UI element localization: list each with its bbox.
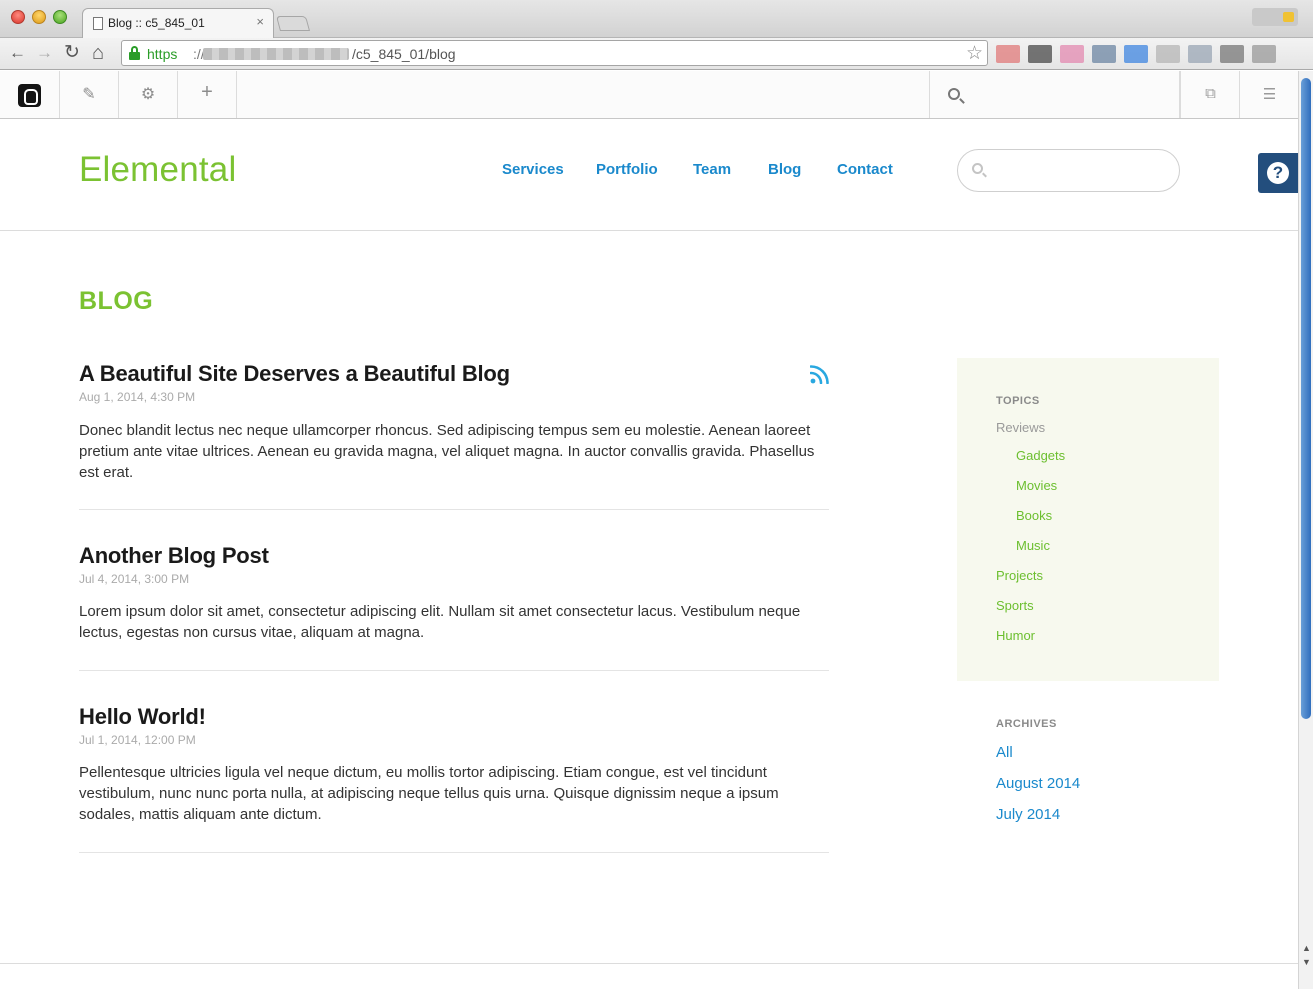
site-logo[interactable]: Elemental [79, 150, 236, 190]
post-date: Jul 4, 2014, 3:00 PM [79, 572, 190, 586]
topic-movies[interactable]: Movies [1016, 478, 1057, 493]
url-host-redacted [203, 48, 349, 60]
scrollbar-thumb[interactable] [1301, 78, 1311, 719]
concrete5-logo-icon [18, 84, 41, 107]
reload-icon[interactable]: ↻ [64, 42, 80, 64]
url-scheme: https [147, 46, 178, 62]
zoom-window-button[interactable] [53, 10, 67, 24]
extension-icon[interactable] [1220, 45, 1244, 63]
site-search-box[interactable] [957, 149, 1180, 192]
scroll-down-arrow-icon[interactable]: ▼ [1302, 957, 1311, 967]
cms-search-field[interactable] [929, 71, 1180, 118]
forward-arrow-icon[interactable]: → [36, 42, 53, 64]
archive-link-july-2014[interactable]: July 2014 [996, 806, 1060, 823]
page-scrollbar[interactable]: ▲ ▼ [1298, 71, 1313, 989]
post-divider [79, 670, 829, 671]
address-bar[interactable]: https :// /c5_845_01/blog ☆ [121, 40, 988, 66]
scroll-up-arrow-icon[interactable]: ▲ [1302, 943, 1311, 953]
extension-icon[interactable] [1252, 45, 1276, 63]
back-arrow-icon[interactable]: ← [9, 42, 26, 64]
lock-icon [129, 46, 140, 60]
new-tab-button[interactable] [275, 16, 311, 31]
header-divider [0, 230, 1298, 231]
add-content-button[interactable]: + [178, 71, 237, 118]
gear-icon: ⚙ [140, 86, 156, 103]
post-divider [79, 852, 829, 853]
nav-link-portfolio[interactable]: Portfolio [596, 161, 658, 178]
help-button[interactable]: ? [1258, 153, 1298, 193]
cms-logo-button[interactable] [0, 71, 60, 118]
nav-link-blog[interactable]: Blog [768, 161, 801, 178]
sliders-icon: ☰ [1262, 86, 1277, 103]
sitemap-button[interactable]: ⧉ [1180, 71, 1239, 118]
post-date: Jul 1, 2014, 12:00 PM [79, 733, 196, 747]
topic-sports[interactable]: Sports [996, 598, 1034, 613]
topic-books[interactable]: Books [1016, 508, 1052, 523]
bookmark-star-icon[interactable]: ☆ [966, 42, 983, 65]
dashboard-button[interactable]: ☰ [1239, 71, 1298, 118]
post-excerpt: Lorem ipsum dolor sit amet, consectetur … [79, 603, 801, 641]
blog-post: Hello World! Jul 1, 2014, 12:00 PM Pelle… [79, 704, 829, 825]
post-divider [79, 509, 829, 510]
extension-icon[interactable] [1188, 45, 1212, 63]
tab-title: Blog :: c5_845_01 [108, 16, 205, 30]
nav-link-team[interactable]: Team [693, 161, 731, 178]
blog-post: A Beautiful Site Deserves a Beautiful Bl… [79, 361, 829, 483]
page-settings-button[interactable]: ⚙ [119, 71, 178, 118]
plus-icon: + [201, 81, 213, 103]
search-icon [948, 88, 960, 100]
cms-toolbar: ✎ ⚙ + ⧉ ☰ [0, 71, 1298, 119]
page-title: BLOG [79, 287, 154, 315]
extension-icon[interactable] [1124, 45, 1148, 63]
post-title-link[interactable]: Hello World! [79, 704, 829, 730]
archives-heading: ARCHIVES [996, 718, 1057, 730]
post-excerpt: Donec blandit lectus nec neque ullamcorp… [79, 422, 815, 481]
archive-link-august-2014[interactable]: August 2014 [996, 775, 1080, 792]
question-mark-icon: ? [1267, 162, 1289, 184]
browser-toolbar: ← → ↻ ⌂ https :// /c5_845_01/blog ☆ [0, 38, 1313, 70]
post-title-link[interactable]: A Beautiful Site Deserves a Beautiful Bl… [79, 361, 829, 387]
archive-link-all[interactable]: All [996, 744, 1013, 761]
nav-link-services[interactable]: Services [502, 161, 564, 178]
tab-close-icon[interactable]: × [256, 14, 264, 29]
edit-page-button[interactable]: ✎ [60, 71, 119, 118]
post-date: Aug 1, 2014, 4:30 PM [79, 390, 196, 404]
post-title-link[interactable]: Another Blog Post [79, 543, 829, 569]
extension-icon[interactable] [1156, 45, 1180, 63]
home-icon[interactable]: ⌂ [92, 42, 104, 64]
topic-humor[interactable]: Humor [996, 628, 1035, 643]
topic-reviews[interactable]: Reviews [996, 420, 1045, 435]
pencil-icon: ✎ [82, 86, 96, 103]
blog-post: Another Blog Post Jul 4, 2014, 3:00 PM L… [79, 543, 829, 643]
site-search-input[interactable] [992, 159, 1167, 183]
extension-icons [996, 45, 1276, 63]
topic-music[interactable]: Music [1016, 538, 1050, 553]
search-icon [972, 163, 983, 174]
browser-tab[interactable]: Blog :: c5_845_01 × [82, 8, 274, 39]
extension-icon[interactable] [1060, 45, 1084, 63]
extension-icon[interactable] [1028, 45, 1052, 63]
minimize-window-button[interactable] [32, 10, 46, 24]
close-window-button[interactable] [11, 10, 25, 24]
footer-divider [0, 963, 1298, 964]
extension-icon[interactable] [996, 45, 1020, 63]
pages-icon: ⧉ [1205, 85, 1216, 102]
browser-titlebar: Blog :: c5_845_01 × [0, 0, 1313, 39]
topic-projects[interactable]: Projects [996, 568, 1043, 583]
extension-icon[interactable] [1092, 45, 1116, 63]
nav-link-contact[interactable]: Contact [837, 161, 893, 178]
topic-gadgets[interactable]: Gadgets [1016, 448, 1065, 463]
url-path: /c5_845_01/blog [352, 46, 456, 62]
profile-icon[interactable] [1252, 8, 1298, 26]
post-excerpt: Pellentesque ultricies ligula vel neque … [79, 764, 779, 823]
document-icon [93, 17, 103, 30]
topics-heading: TOPICS [996, 395, 1040, 407]
